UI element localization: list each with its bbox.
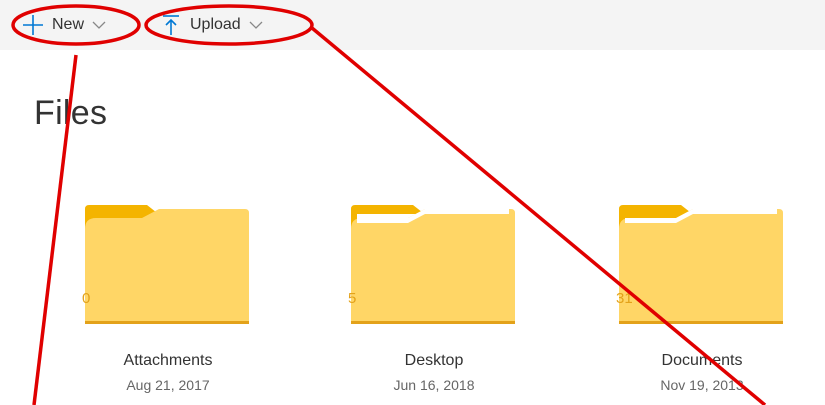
command-bar: New Upload	[0, 0, 825, 50]
modified-date: Aug 21, 2017	[126, 377, 210, 393]
page: New Upload Files 0 Attachments Aug 21, 2…	[0, 0, 825, 405]
folder-icon	[85, 205, 249, 324]
folder-name[interactable]: Attachments	[68, 352, 268, 370]
new-button-label: New	[52, 16, 85, 33]
upload-button-label: Upload	[190, 16, 241, 33]
plus-icon	[22, 14, 44, 36]
item-count: 31	[616, 290, 633, 307]
folder-tile-documents[interactable]: 31 Documents Nov 19, 2013	[602, 205, 802, 395]
item-count: 0	[82, 290, 91, 307]
folder-name[interactable]: Documents	[602, 352, 802, 370]
item-count: 5	[348, 290, 357, 307]
page-title: Files	[34, 94, 108, 132]
folder-tile-desktop[interactable]: 5 Desktop Jun 16, 2018	[334, 205, 534, 395]
folder-tile-attachments[interactable]: 0 Attachments Aug 21, 2017	[68, 205, 268, 395]
upload-button[interactable]: Upload	[160, 9, 263, 41]
folder-icon	[351, 205, 515, 324]
folder-name[interactable]: Desktop	[334, 352, 534, 370]
new-button[interactable]: New	[22, 9, 106, 41]
chevron-down-icon	[249, 18, 263, 32]
modified-date: Jun 16, 2018	[393, 377, 475, 393]
upload-arrow-icon	[160, 14, 182, 36]
modified-date: Nov 19, 2013	[660, 377, 744, 393]
chevron-down-icon	[92, 18, 106, 32]
folder-icon	[619, 205, 783, 324]
